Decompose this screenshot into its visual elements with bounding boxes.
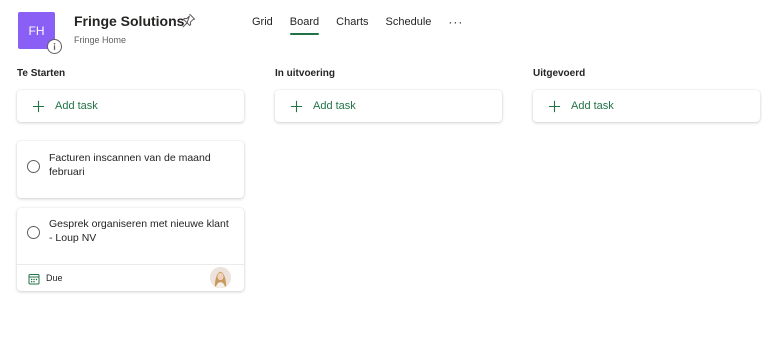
calendar-icon bbox=[28, 274, 40, 285]
tab-board[interactable]: Board bbox=[289, 15, 320, 37]
add-task-button[interactable]: Add task bbox=[275, 90, 502, 122]
planner-board: FH Fringe Solutions Fringe Home Grid Boa… bbox=[0, 0, 768, 357]
add-task-label: Add task bbox=[313, 100, 356, 112]
bucket-te-starten: Te Starten Add task Facturen inscannen v… bbox=[17, 68, 245, 291]
bucket-title[interactable]: Te Starten bbox=[17, 68, 245, 84]
pin-icon[interactable] bbox=[181, 13, 196, 28]
bucket-uitgevoerd: Uitgevoerd Add task bbox=[533, 68, 761, 122]
assignee-avatar[interactable] bbox=[210, 267, 231, 288]
info-icon[interactable] bbox=[47, 39, 62, 54]
task-card-footer: Due bbox=[17, 264, 244, 291]
plus-icon bbox=[32, 100, 45, 112]
add-task-label: Add task bbox=[55, 100, 98, 112]
plan-subtitle[interactable]: Fringe Home bbox=[74, 35, 126, 45]
task-card[interactable]: Facturen inscannen van de maand februari bbox=[17, 141, 244, 198]
task-title: Gesprek organiseren met nieuwe klant - L… bbox=[49, 218, 229, 244]
add-task-button[interactable]: Add task bbox=[533, 90, 760, 122]
plus-icon bbox=[548, 100, 561, 112]
bucket-title[interactable]: In uitvoering bbox=[275, 68, 503, 84]
complete-task-checkbox[interactable] bbox=[27, 160, 40, 173]
tab-charts[interactable]: Charts bbox=[336, 15, 368, 37]
plan-header: FH Fringe Solutions Fringe Home Grid Boa… bbox=[0, 0, 768, 62]
add-task-button[interactable]: Add task bbox=[17, 90, 244, 122]
more-options-icon[interactable]: ··· bbox=[448, 15, 463, 37]
task-title: Facturen inscannen van de maand februari bbox=[49, 152, 211, 178]
tab-schedule[interactable]: Schedule bbox=[386, 15, 432, 37]
task-card[interactable]: Gesprek organiseren met nieuwe klant - L… bbox=[17, 208, 244, 291]
plus-icon bbox=[290, 100, 303, 112]
view-tabs: Grid Board Charts Schedule ··· bbox=[252, 15, 463, 37]
due-date-label[interactable]: Due bbox=[46, 273, 63, 283]
bucket-title[interactable]: Uitgevoerd bbox=[533, 68, 761, 84]
plan-avatar-group[interactable]: FH bbox=[18, 12, 62, 54]
bucket-in-uitvoering: In uitvoering Add task bbox=[275, 68, 503, 122]
tab-grid[interactable]: Grid bbox=[252, 15, 273, 37]
complete-task-checkbox[interactable] bbox=[27, 226, 40, 239]
add-task-label: Add task bbox=[571, 100, 614, 112]
plan-title: Fringe Solutions bbox=[74, 13, 185, 29]
